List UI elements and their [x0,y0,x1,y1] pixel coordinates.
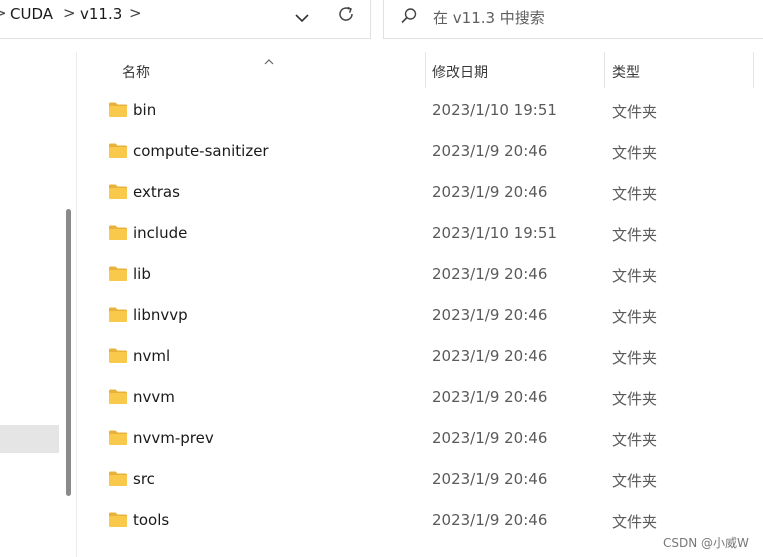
file-row[interactable]: include 2023/1/10 19:51 文件夹 [100,213,763,254]
folder-icon [108,101,128,122]
file-date-modified: 2023/1/10 19:51 [432,224,557,242]
file-type: 文件夹 [612,308,658,326]
folder-icon [108,183,128,204]
top-bar: > CUDA > v11.3 > 在 v11.3 中搜索 [0,0,763,44]
file-row[interactable]: bin 2023/1/10 19:51 文件夹 [100,90,763,131]
file-date-modified: 2023/1/9 20:46 [432,142,548,160]
folder-icon [108,347,128,368]
folder-icon [108,265,128,286]
file-name[interactable]: bin [133,101,156,119]
sort-ascending-icon [263,51,275,70]
file-date-modified: 2023/1/9 20:46 [432,347,548,365]
file-row[interactable]: src 2023/1/9 20:46 文件夹 [100,459,763,500]
file-date-modified: 2023/1/9 20:46 [432,511,548,529]
file-name[interactable]: libnvvp [133,306,188,324]
search-icon [400,7,418,29]
file-date-modified: 2023/1/10 19:51 [432,101,557,119]
nav-scrollbar[interactable] [66,209,71,496]
folder-icon [108,470,128,491]
file-row[interactable]: compute-sanitizer 2023/1/9 20:46 文件夹 [100,131,763,172]
file-type: 文件夹 [612,144,658,162]
file-row[interactable]: extras 2023/1/9 20:46 文件夹 [100,172,763,213]
file-type: 文件夹 [612,472,658,490]
file-date-modified: 2023/1/9 20:46 [432,183,548,201]
breadcrumb-cuda[interactable]: CUDA [10,5,53,23]
file-name[interactable]: compute-sanitizer [133,142,269,160]
file-name[interactable]: include [133,224,187,242]
address-bar[interactable]: > CUDA > v11.3 > [0,0,371,39]
file-type: 文件夹 [612,185,658,203]
breadcrumb-separator[interactable]: > [129,4,142,22]
watermark: CSDN @小威W [663,536,749,550]
file-row[interactable]: lib 2023/1/9 20:46 文件夹 [100,254,763,295]
breadcrumb-v11-3[interactable]: v11.3 [80,5,122,23]
file-type: 文件夹 [612,390,658,408]
breadcrumb-separator[interactable]: > [63,4,76,22]
folder-icon [108,388,128,409]
column-separator[interactable] [604,52,605,88]
file-type: 文件夹 [612,431,658,449]
file-name[interactable]: nvvm [133,388,175,406]
folder-icon [108,511,128,532]
column-header-date-label[interactable]: 修改日期 [432,62,488,82]
chevron-down-icon[interactable] [294,9,310,28]
file-type: 文件夹 [612,226,658,244]
folder-icon [108,224,128,245]
search-box[interactable]: 在 v11.3 中搜索 [383,0,763,39]
file-row[interactable]: nvvm-prev 2023/1/9 20:46 文件夹 [100,418,763,459]
file-name[interactable]: tools [133,511,169,529]
file-date-modified: 2023/1/9 20:46 [432,470,548,488]
file-row[interactable]: nvml 2023/1/9 20:46 文件夹 [100,336,763,377]
file-name[interactable]: lib [133,265,151,283]
column-separator[interactable] [753,52,754,88]
folder-icon [108,142,128,163]
navigation-pane[interactable] [0,52,61,557]
file-date-modified: 2023/1/9 20:46 [432,265,548,283]
file-type: 文件夹 [612,103,658,121]
file-row[interactable]: nvvm 2023/1/9 20:46 文件夹 [100,377,763,418]
refresh-icon[interactable] [336,4,356,28]
breadcrumb-separator: > [0,4,7,22]
column-separator[interactable] [425,52,426,88]
file-name[interactable]: nvvm-prev [133,429,214,447]
file-date-modified: 2023/1/9 20:46 [432,388,548,406]
file-date-modified: 2023/1/9 20:46 [432,306,548,324]
pane-divider[interactable] [76,52,77,557]
nav-selected-item[interactable] [0,425,59,453]
column-header-type-label[interactable]: 类型 [612,62,640,82]
file-type: 文件夹 [612,349,658,367]
file-name[interactable]: nvml [133,347,170,365]
file-row[interactable]: libnvvp 2023/1/9 20:46 文件夹 [100,295,763,336]
file-date-modified: 2023/1/9 20:46 [432,429,548,447]
column-header-name-label[interactable]: 名称 [122,62,150,82]
file-name[interactable]: src [133,470,155,488]
file-name[interactable]: extras [133,183,180,201]
folder-icon [108,429,128,450]
folder-icon [108,306,128,327]
search-placeholder[interactable]: 在 v11.3 中搜索 [433,7,545,28]
file-type: 文件夹 [612,513,658,531]
file-type: 文件夹 [612,267,658,285]
